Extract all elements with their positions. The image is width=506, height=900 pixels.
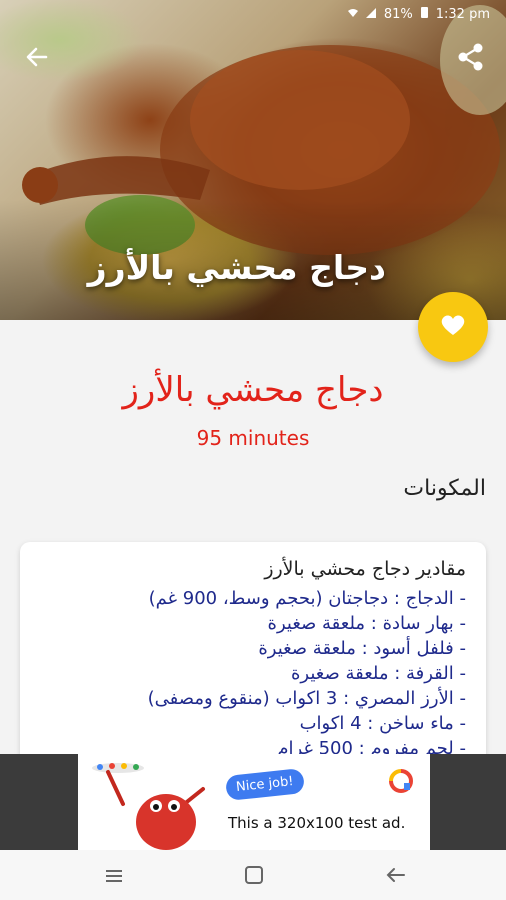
app-toolbar bbox=[0, 34, 506, 80]
ad-mascot-icon bbox=[92, 763, 205, 850]
back-arrow-icon[interactable] bbox=[22, 42, 52, 72]
list-item: - ماء ساخن : 4 اكواب bbox=[299, 713, 466, 734]
ad-message: This a 320x100 test ad. bbox=[228, 814, 406, 832]
heart-icon bbox=[440, 313, 466, 341]
status-bar: 81% 1:32 pm bbox=[0, 0, 506, 30]
ad-content[interactable]: Nice job! This a 320x100 test ad. bbox=[78, 754, 430, 850]
hero-title: دجاج محشي بالأرز bbox=[87, 248, 386, 287]
navigation-bar bbox=[0, 850, 506, 900]
list-item: - الدجاج : دجاجتان (بحجم وسط، 900 غم) bbox=[148, 588, 466, 609]
wifi-icon bbox=[347, 7, 358, 22]
favorite-button[interactable] bbox=[418, 292, 488, 362]
recipe-duration: 95 minutes bbox=[196, 426, 310, 450]
back-nav-icon[interactable] bbox=[383, 862, 409, 888]
list-item: - فلفل أسود : ملعقة صغيرة bbox=[258, 638, 466, 659]
share-icon[interactable] bbox=[454, 40, 488, 74]
battery-percent: 81% bbox=[383, 6, 413, 22]
ingredients-heading: المكونات bbox=[403, 476, 486, 501]
signal-icon bbox=[365, 7, 376, 22]
clock: 1:32 pm bbox=[435, 6, 490, 22]
list-item: - القرفة : ملعقة صغيرة bbox=[290, 663, 466, 684]
list-item: - بهار سادة : ملعقة صغيرة bbox=[267, 613, 466, 634]
recent-apps-icon[interactable] bbox=[101, 862, 127, 888]
ad-banner[interactable]: Nice job! This a 320x100 test ad. bbox=[0, 754, 506, 850]
ad-badge: Nice job! bbox=[224, 768, 305, 801]
ingredients-list: - الدجاج : دجاجتان (بحجم وسط، 900 غم) - … bbox=[148, 586, 466, 761]
ad-logo-icon bbox=[388, 768, 414, 798]
recipe-title: دجاج محشي بالأرز bbox=[122, 370, 384, 410]
battery-icon bbox=[420, 6, 428, 22]
list-item: - الأرز المصري : 3 اكواب (منقوع ومصفى) bbox=[147, 688, 466, 709]
ingredients-card-title: مقادير دجاج محشي بالأرز bbox=[264, 558, 466, 580]
home-icon[interactable] bbox=[241, 862, 267, 888]
